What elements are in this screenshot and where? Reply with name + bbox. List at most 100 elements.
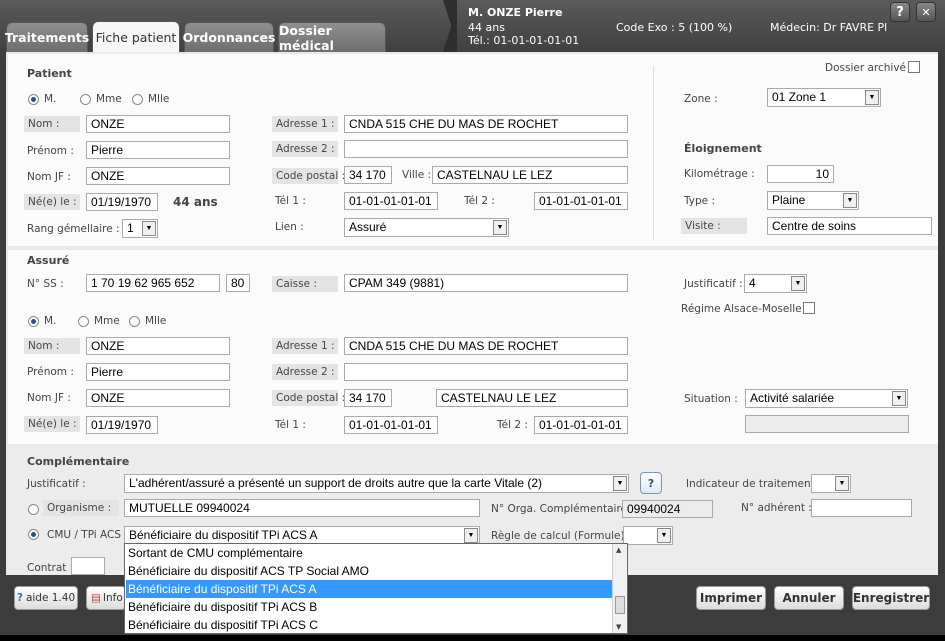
info-button[interactable]: ▤ Info <box>86 586 126 610</box>
lien-value: Assuré <box>349 220 387 234</box>
comp-justificatif-select[interactable]: L'adhérent/assuré a présenté un support … <box>124 474 629 493</box>
assure-radio-mlle[interactable] <box>129 316 140 327</box>
header-age: 44 ans <box>468 21 505 34</box>
dropdown-scrollbar[interactable]: ▲ ▼ <box>612 544 627 633</box>
tab-dossier-medical[interactable]: Dossier médical <box>278 22 386 53</box>
km-input[interactable]: 10 <box>767 165 834 183</box>
assure-radio-m[interactable] <box>28 316 39 327</box>
header-medecin: Médecin: Dr FAVRE Pl <box>770 21 888 34</box>
situation-detail-field <box>745 415 909 433</box>
cp-input[interactable]: 34 170 <box>344 166 392 184</box>
aide-button[interactable]: ? aide 1.40 <box>14 586 78 610</box>
assure-adresse1-label: Adresse 1 : <box>272 338 338 354</box>
assure-ne-input[interactable]: 01/19/1970 <box>86 416 158 434</box>
radio-mlle[interactable] <box>132 94 143 105</box>
assure-cp-input[interactable]: 34 170 <box>344 389 392 407</box>
adresse1-label: Adresse 1 : <box>272 116 338 132</box>
caisse-input[interactable]: CPAM 349 (9881) <box>344 274 628 292</box>
indicateur-select[interactable]: ▼ <box>811 474 851 493</box>
justificatif-select[interactable]: 4 ▼ <box>744 274 807 293</box>
header-notch <box>443 0 457 52</box>
assure-radio-m-label: M. <box>44 315 57 327</box>
km-label: Kilométrage : <box>684 168 755 180</box>
assure-prenom-label: Prénom : <box>27 366 74 378</box>
dropdown-option[interactable]: Sortant de CMU complémentaire <box>126 544 612 562</box>
assure-tel2-input[interactable]: 01-01-01-01-01 <box>534 416 628 434</box>
scroll-up-icon[interactable]: ▲ <box>616 546 621 554</box>
type-label: Type : <box>684 195 715 207</box>
tel2-input[interactable]: 01-01-01-01-01 <box>534 192 628 210</box>
contrat-input[interactable] <box>71 557 105 575</box>
assure-radio-mme[interactable] <box>78 316 89 327</box>
assure-nomjf-input[interactable]: ONZE <box>86 389 230 407</box>
scrollbar-thumb[interactable] <box>615 596 625 614</box>
visite-input[interactable]: Centre de soins <box>767 217 932 235</box>
archive-checkbox[interactable] <box>908 61 920 73</box>
chevron-down-icon: ▼ <box>464 528 478 543</box>
patient-section-title: Patient <box>27 67 72 80</box>
nom-label: Nom : <box>24 116 80 132</box>
adresse1-input[interactable]: CNDA 515 CHE DU MAS DE ROCHET <box>344 115 628 133</box>
assure-adresse2-input[interactable] <box>344 363 628 381</box>
cp-label: Code postal : <box>272 168 345 184</box>
help-icon[interactable]: ? <box>890 2 910 22</box>
close-icon[interactable]: ✕ <box>916 2 936 22</box>
zone-label: Zone : <box>684 93 718 105</box>
chevron-down-icon: ▼ <box>843 193 857 208</box>
alsace-label: Régime Alsace-Moselle <box>681 303 802 315</box>
situation-select[interactable]: Activité salariée ▼ <box>745 389 908 408</box>
assure-adresse1-input[interactable]: CNDA 515 CHE DU MAS DE ROCHET <box>344 337 628 355</box>
rang-select[interactable]: 1 ▼ <box>122 219 158 238</box>
tel1-input[interactable]: 01-01-01-01-01 <box>344 192 438 210</box>
imprimer-button[interactable]: Imprimer <box>696 586 766 610</box>
assure-prenom-input[interactable]: Pierre <box>86 363 230 381</box>
cmu-value: Bénéficiaire du dispositif TPi ACS A <box>129 528 318 542</box>
zone-select[interactable]: 01 Zone 1 ▼ <box>767 88 881 107</box>
justificatif-value: 4 <box>749 276 756 290</box>
dropdown-option-selected[interactable]: Bénéficiaire du dispositif TPi ACS A <box>126 580 612 598</box>
tel1-label: Tél 1 : <box>275 195 306 207</box>
organisme-radio[interactable] <box>28 504 39 515</box>
regle-select[interactable]: ▼ <box>623 526 673 545</box>
alsace-checkbox[interactable] <box>803 302 815 314</box>
nadherent-input[interactable] <box>811 499 912 517</box>
ss-input[interactable]: 1 70 19 62 965 652 <box>86 274 220 292</box>
ville-input[interactable]: CASTELNAU LE LEZ <box>432 166 628 184</box>
assure-nom-input[interactable]: ONZE <box>86 337 230 355</box>
organisme-input[interactable]: MUTUELLE 09940024 <box>124 499 480 517</box>
dropdown-option[interactable]: Bénéficiaire du dispositif TPi ACS B <box>126 598 612 616</box>
comp-justificatif-label: Justificatif : <box>27 478 86 490</box>
radio-m[interactable] <box>28 94 39 105</box>
tab-ordonnances[interactable]: Ordonnances <box>183 22 275 52</box>
assure-adresse2-label: Adresse 2 : <box>272 364 338 380</box>
scroll-down-icon[interactable]: ▼ <box>616 623 621 631</box>
ne-input[interactable]: 01/19/1970 <box>86 193 158 211</box>
patient-header: M. ONZE Pierre 44 ans Tél.: 01-01-01-01-… <box>443 0 945 52</box>
assure-tel1-input[interactable]: 01-01-01-01-01 <box>344 416 438 434</box>
cmu-radio[interactable] <box>28 529 39 540</box>
comp-justificatif-value: L'adhérent/assuré a présenté un support … <box>129 476 542 490</box>
assure-ville-input[interactable]: CASTELNAU LE LEZ <box>436 389 628 407</box>
tab-traitements[interactable]: Traitements <box>5 22 89 52</box>
radio-mme[interactable] <box>80 94 91 105</box>
dropdown-option[interactable]: Bénéficiaire du dispositif TPi ACS C <box>126 616 612 634</box>
lien-select[interactable]: Assuré ▼ <box>344 218 509 237</box>
nomjf-input[interactable]: ONZE <box>86 167 230 185</box>
assure-tel1-label: Tél 1 : <box>275 419 306 431</box>
eloignement-title: Éloignement <box>684 142 762 155</box>
indicateur-label: Indicateur de traitement : <box>686 478 822 490</box>
dropdown-option[interactable]: Bénéficiaire du dispositif ACS TP Social… <box>126 562 612 580</box>
annuler-button[interactable]: Annuler <box>774 586 844 610</box>
tab-fiche-patient[interactable]: Fiche patient <box>92 21 180 53</box>
organisme-label: Organisme : <box>43 500 119 516</box>
type-select[interactable]: Plaine ▼ <box>767 191 859 210</box>
nom-input[interactable]: ONZE <box>86 115 230 133</box>
info-help-icon[interactable]: ? <box>640 472 662 494</box>
adresse2-label: Adresse 2 : <box>272 141 338 157</box>
adresse2-input[interactable] <box>344 140 628 158</box>
prenom-input[interactable]: Pierre <box>86 141 230 159</box>
chevron-down-icon: ▼ <box>613 476 627 491</box>
enregistrer-button[interactable]: Enregistrer <box>852 586 930 610</box>
prenom-label: Prénom : <box>27 145 74 157</box>
ss-key-input[interactable]: 80 <box>226 274 250 292</box>
